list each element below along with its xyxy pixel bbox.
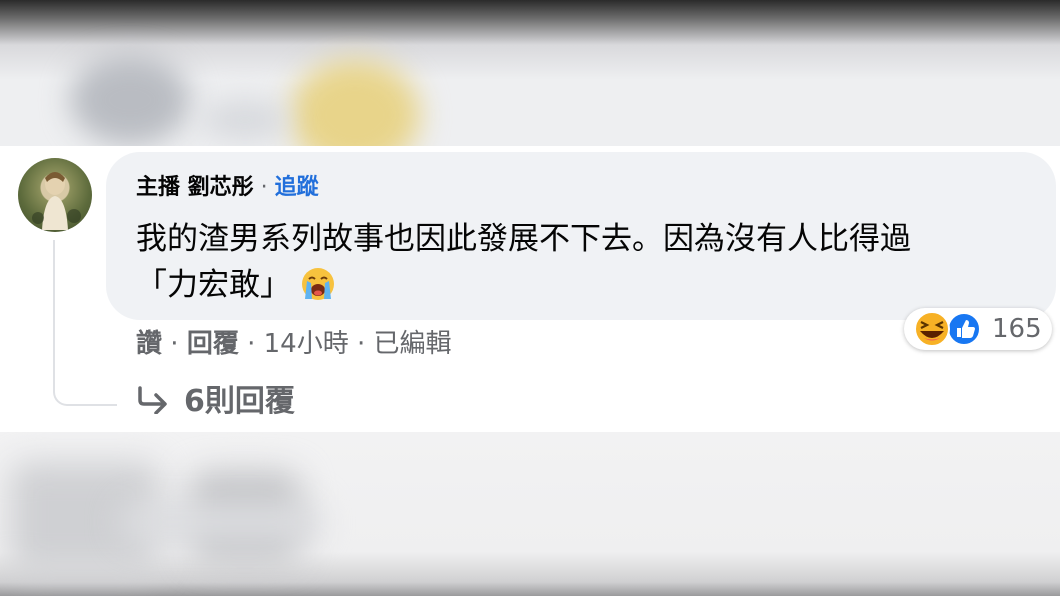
blurred-shape [290,60,420,146]
avatar[interactable] [18,158,92,232]
separator-dot: · [238,329,264,359]
blurred-shape [120,502,320,542]
loudly-crying-face-icon [301,268,334,300]
edited-label[interactable]: 已編輯 [374,329,452,359]
author-name[interactable]: 主播 劉芯彤 [136,175,254,200]
comment-text-line-1: 我的渣男系列故事也因此發展不下去。因為沒有人比得過 [136,221,911,257]
blurred-bottom-region [0,432,1060,596]
separator-dot: · [162,329,187,359]
reply-arrow-icon [138,386,167,414]
reaction-count: 165 [992,314,1042,344]
reply-button[interactable]: 回覆 [187,329,239,359]
separator-dot: · [260,175,268,200]
reaction-icons [914,311,981,347]
comment-bubble: 主播 劉芯彤 · 追蹤 我的渣男系列故事也因此發展不下去。因為沒有人比得過 「力… [106,152,1056,320]
blurred-shape [200,100,290,140]
reactions-summary[interactable]: 165 [904,308,1052,350]
author-row: 主播 劉芯彤 · 追蹤 [136,172,319,204]
blurred-top-region [0,0,1060,146]
like-button[interactable]: 讚 [136,329,162,359]
timestamp[interactable]: 14小時 [264,329,349,359]
separator-dot: · [348,329,374,359]
replies-count-label: 6則回覆 [184,384,295,419]
haha-icon [914,311,950,347]
comment: 主播 劉芯彤 · 追蹤 我的渣男系列故事也因此發展不下去。因為沒有人比得過 「力… [0,146,1060,432]
comment-text: 我的渣男系列故事也因此發展不下去。因為沒有人比得過 「力宏敢」 [136,216,1036,308]
like-icon [947,312,981,346]
view-replies-button[interactable]: 6則回覆 [136,382,295,422]
avatar-image [32,172,81,230]
follow-link[interactable]: 追蹤 [275,175,319,200]
blurred-shape [70,55,190,145]
comment-actions: 讚 · 回覆 · 14小時 · 已編輯 [136,326,452,362]
comment-text-line-2: 「力宏敢」 [136,267,291,303]
